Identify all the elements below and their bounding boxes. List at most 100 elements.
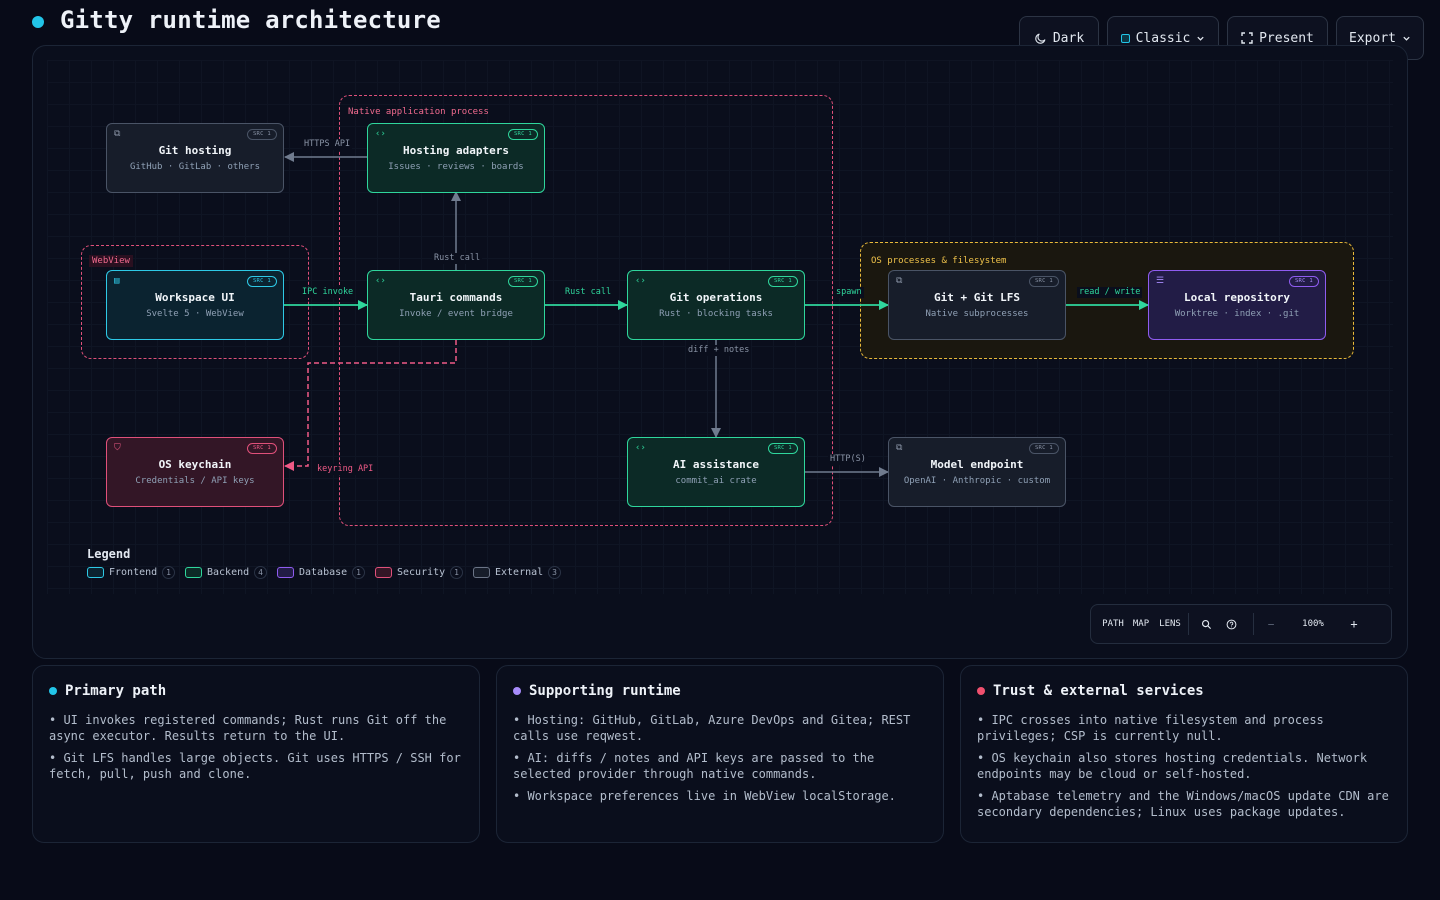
theme-toggle-label: Dark (1052, 30, 1085, 46)
external-link-icon: ⧉ (114, 129, 121, 139)
zoom-in-button[interactable]: + (1345, 617, 1363, 631)
panel-primary-path: Primary path • UI invokes registered com… (32, 665, 480, 843)
panel-list-item: • Workspace preferences live in WebView … (513, 789, 896, 803)
map-view-button[interactable]: MAP (1123, 619, 1159, 629)
code-icon: ‹› (375, 276, 386, 286)
panel-dot (977, 687, 985, 695)
help-button[interactable] (1216, 619, 1246, 630)
external-link-icon: ⧉ (896, 443, 903, 453)
node-badge: SRC 1 (246, 276, 277, 287)
edge-label: keyring API (315, 464, 376, 475)
legend-count: 1 (162, 566, 175, 579)
panel-dot (513, 687, 521, 695)
style-swatch-icon (1120, 33, 1130, 43)
node-hosting-adapters[interactable]: ‹› SRC 1 Hosting adapters Issues · revie… (367, 123, 545, 193)
panel-title: Supporting runtime (529, 683, 681, 699)
legend-swatch (472, 567, 490, 578)
panel-list-item: • IPC crosses into native filesystem and… (977, 713, 1324, 743)
node-ai-assistance[interactable]: ‹› SRC 1 AI assistance commit_ai crate (627, 437, 805, 507)
legend-item-external[interactable]: External 3 (472, 566, 561, 579)
shield-icon: ⛉ (114, 443, 121, 453)
edge-label: diff + notes (686, 345, 752, 356)
panel-list: • UI invokes registered commands; Rust r… (49, 712, 465, 788)
legend-count: 3 (548, 566, 561, 579)
node-git-hosting[interactable]: ⧉ SRC 1 Git hosting GitHub · GitLab · ot… (106, 123, 284, 193)
edge-label: spawn (834, 287, 864, 298)
node-title: AI assistance (672, 458, 760, 471)
panel-list-item: • AI: diffs / notes and API keys are pas… (513, 751, 875, 781)
page-title: Gitty runtime architecture (60, 6, 441, 34)
node-workspace-ui[interactable]: ▤ SRC 1 Workspace UI Svelte 5 · WebView (106, 270, 284, 340)
legend: Frontend 1 Backend 4 Database 1 Security… (87, 566, 561, 579)
legend-item-frontend[interactable]: Frontend 1 (87, 566, 175, 579)
legend-label: Database (298, 567, 348, 578)
node-badge: SRC 1 (1028, 276, 1059, 287)
legend-swatch (87, 567, 104, 578)
lens-view-button[interactable]: LENS (1159, 619, 1181, 629)
search-button[interactable] (1196, 619, 1216, 630)
diagram-canvas[interactable]: Native application process WebView OS pr… (32, 45, 1408, 659)
node-subtitle: OpenAI · Anthropic · custom (903, 476, 1051, 486)
node-tauri-commands[interactable]: ‹› SRC 1 Tauri commands Invoke / event b… (367, 270, 545, 340)
node-title: Model endpoint (930, 458, 1024, 471)
code-icon: ‹› (635, 443, 646, 453)
legend-item-security[interactable]: Security 1 (374, 566, 463, 579)
panel-list-item: • Aptabase telemetry and the Windows/mac… (977, 789, 1389, 819)
panel-title: Primary path (65, 683, 167, 699)
panel-list: • IPC crosses into native filesystem and… (977, 712, 1393, 826)
path-view-button[interactable]: PATH (1102, 619, 1124, 629)
legend-item-backend[interactable]: Backend 4 (185, 566, 267, 579)
panel-list-item: • Git LFS handles large objects. Git use… (49, 751, 461, 781)
node-subtitle: Invoke / event bridge (399, 309, 513, 319)
node-subtitle: Rust · blocking tasks (659, 309, 773, 319)
node-badge: SRC 1 (1028, 443, 1059, 454)
chevron-down-icon (1197, 36, 1205, 41)
divider (1188, 613, 1189, 635)
node-os-keychain[interactable]: ⛉ SRC 1 OS keychain Credentials / API ke… (106, 437, 284, 507)
node-subtitle: GitHub · GitLab · others (129, 162, 261, 172)
panel-dot (49, 687, 57, 695)
node-git-lfs[interactable]: ⧉ SRC 1 Git + Git LFS Native subprocesse… (888, 270, 1066, 340)
chevron-down-icon (1403, 36, 1410, 41)
title-status-dot (32, 16, 44, 28)
node-model-endpoint[interactable]: ⧉ SRC 1 Model endpoint OpenAI · Anthropi… (888, 437, 1066, 507)
node-badge: SRC 1 (507, 276, 538, 287)
legend-swatch (374, 567, 392, 578)
node-badge: SRC 1 (767, 443, 798, 454)
legend-count: 4 (254, 566, 267, 579)
present-button-label: Present (1259, 30, 1314, 46)
legend-count: 1 (450, 566, 463, 579)
legend-swatch (276, 567, 294, 578)
node-title: Git operations (669, 291, 763, 304)
export-button-label: Export (1349, 30, 1396, 46)
node-subtitle: Native subprocesses (925, 309, 1029, 319)
node-git-operations[interactable]: ‹› SRC 1 Git operations Rust · blocking … (627, 270, 805, 340)
node-subtitle: Issues · reviews · boards (388, 162, 524, 172)
legend-count: 1 (352, 566, 365, 579)
legend-label: Backend (207, 567, 250, 578)
node-subtitle: Credentials / API keys (135, 476, 255, 486)
view-controls: PATH MAP LENS − 100% + (1090, 604, 1392, 644)
external-link-icon: ⧉ (896, 276, 903, 286)
node-title: OS keychain (158, 458, 232, 471)
database-icon: ☰ (1156, 276, 1165, 286)
legend-label: Security (396, 567, 446, 578)
edge-label: read / write (1077, 287, 1143, 298)
zoom-level: 100% (1302, 619, 1324, 629)
node-title: Hosting adapters (403, 144, 509, 157)
node-badge: SRC 1 (246, 443, 277, 454)
node-subtitle: Worktree · index · .git (1174, 309, 1300, 319)
edge-label: HTTP(S) (828, 454, 868, 465)
zoom-out-button[interactable]: − (1261, 618, 1281, 631)
style-select-label: Classic (1135, 30, 1191, 46)
node-title: Git + Git LFS (933, 291, 1021, 304)
legend-swatch (185, 567, 202, 578)
panel-title: Trust & external services (993, 683, 1204, 699)
divider (1253, 613, 1254, 635)
legend-item-database[interactable]: Database 1 (276, 566, 365, 579)
node-local-repository[interactable]: ☰ SRC 1 Local repository Worktree · inde… (1148, 270, 1326, 340)
node-title: Local repository (1184, 291, 1290, 304)
edge-keyring-api (284, 340, 457, 471)
fullscreen-icon (1241, 32, 1253, 44)
help-icon (1226, 619, 1236, 629)
